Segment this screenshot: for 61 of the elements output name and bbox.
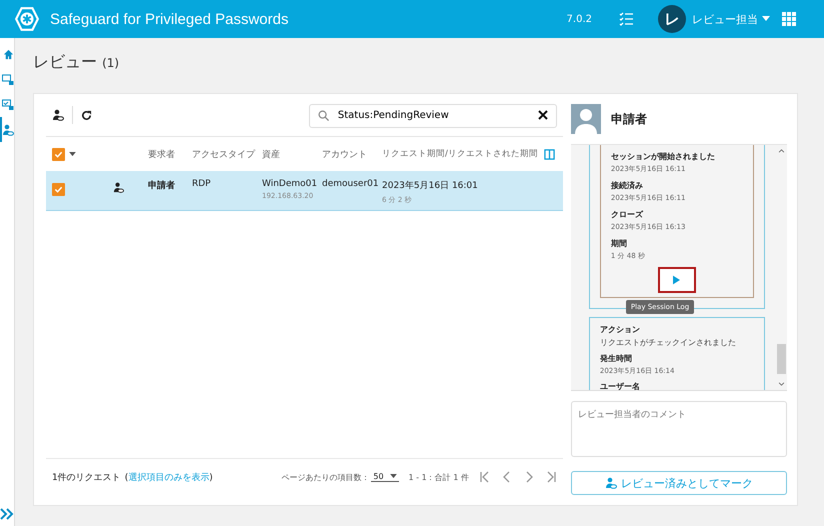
column-header[interactable]: アクセスタイプ xyxy=(192,148,262,160)
column-header[interactable]: リクエスト期間/リクエストされた期間 xyxy=(382,148,538,160)
event-label: 発生時間 xyxy=(600,353,633,364)
show-selected-link[interactable]: 選択項目のみを表示 xyxy=(128,472,210,482)
table-cell: demouser01 xyxy=(322,179,379,189)
event-label: セッションが開始されました xyxy=(610,151,716,162)
per-page-select[interactable]: 50 xyxy=(371,472,399,482)
table-cell-text: 2023年5月16日 16:01 xyxy=(382,180,479,192)
version-label: 7.0.2 xyxy=(566,14,592,24)
apps-grid-icon[interactable] xyxy=(782,12,796,26)
caret-icon xyxy=(762,16,770,22)
column-header[interactable]: 資産 xyxy=(262,148,322,160)
last-page-icon[interactable] xyxy=(544,471,557,483)
event-label: アクション xyxy=(600,324,641,335)
expand-icon[interactable] xyxy=(0,508,14,520)
page-count: (1) xyxy=(102,56,120,70)
checklist-icon[interactable] xyxy=(618,11,634,27)
request-count: 1件のリクエスト xyxy=(52,472,121,484)
avatar-silhouette-icon xyxy=(570,104,601,134)
per-page-label: ページあたりの項目数： xyxy=(281,472,370,482)
page-title: レビュー xyxy=(33,52,97,71)
event-label: ユーザー名 xyxy=(600,381,641,390)
search-icon xyxy=(318,110,329,121)
column-header[interactable]: アカウント xyxy=(322,148,382,160)
mark-reviewed-button[interactable]: レビュー済みとしてマーク xyxy=(570,471,787,495)
scroll-up-icon[interactable] xyxy=(778,149,786,153)
select-all-checkbox[interactable] xyxy=(52,148,65,160)
event-label: クローズ xyxy=(610,209,644,220)
asterisk-logo-icon xyxy=(14,6,40,32)
comment-field[interactable]: レビュー担当者のコメント xyxy=(570,401,787,457)
monitor-lock-icon xyxy=(2,74,14,86)
event-label: 接続済み xyxy=(610,180,644,191)
caret-icon[interactable] xyxy=(69,152,76,156)
scrollbar-thumb[interactable] xyxy=(777,344,786,374)
home-icon xyxy=(2,49,14,60)
row-checkbox[interactable] xyxy=(52,183,65,196)
refresh-icon[interactable] xyxy=(81,110,92,120)
close-icon[interactable] xyxy=(538,110,548,120)
table-cell: 申請者 xyxy=(148,181,175,191)
parenthesis: ) xyxy=(209,472,213,482)
event-value: リクエストがチェックインされました xyxy=(600,337,737,348)
columns-icon[interactable] xyxy=(544,148,555,160)
first-page-icon[interactable] xyxy=(478,471,491,483)
app-title: Safeguard for Privileged Passwords xyxy=(50,10,288,28)
search-field[interactable]: Status:PendingReview xyxy=(308,104,557,128)
person-eye-icon xyxy=(604,477,617,489)
table-cell-text: WinDemo01 xyxy=(262,179,318,189)
play-icon xyxy=(673,275,680,285)
user-avatar[interactable]: レ xyxy=(658,5,686,33)
column-header[interactable]: 要求者 xyxy=(148,148,192,160)
person-eye-icon xyxy=(112,182,124,193)
scroll-down-icon[interactable] xyxy=(778,382,786,386)
caret-icon xyxy=(390,474,397,479)
requester-name: 申請者 xyxy=(610,110,647,128)
table-cell: RDP xyxy=(192,179,211,189)
parenthesis: ( xyxy=(124,472,128,482)
monitor-check-icon xyxy=(2,98,14,110)
page-range: 1 - 1：合計 1 件 xyxy=(408,472,469,482)
event-label: 期間 xyxy=(610,238,628,249)
play-button[interactable] xyxy=(658,267,696,293)
person-eye-icon[interactable] xyxy=(52,109,64,121)
